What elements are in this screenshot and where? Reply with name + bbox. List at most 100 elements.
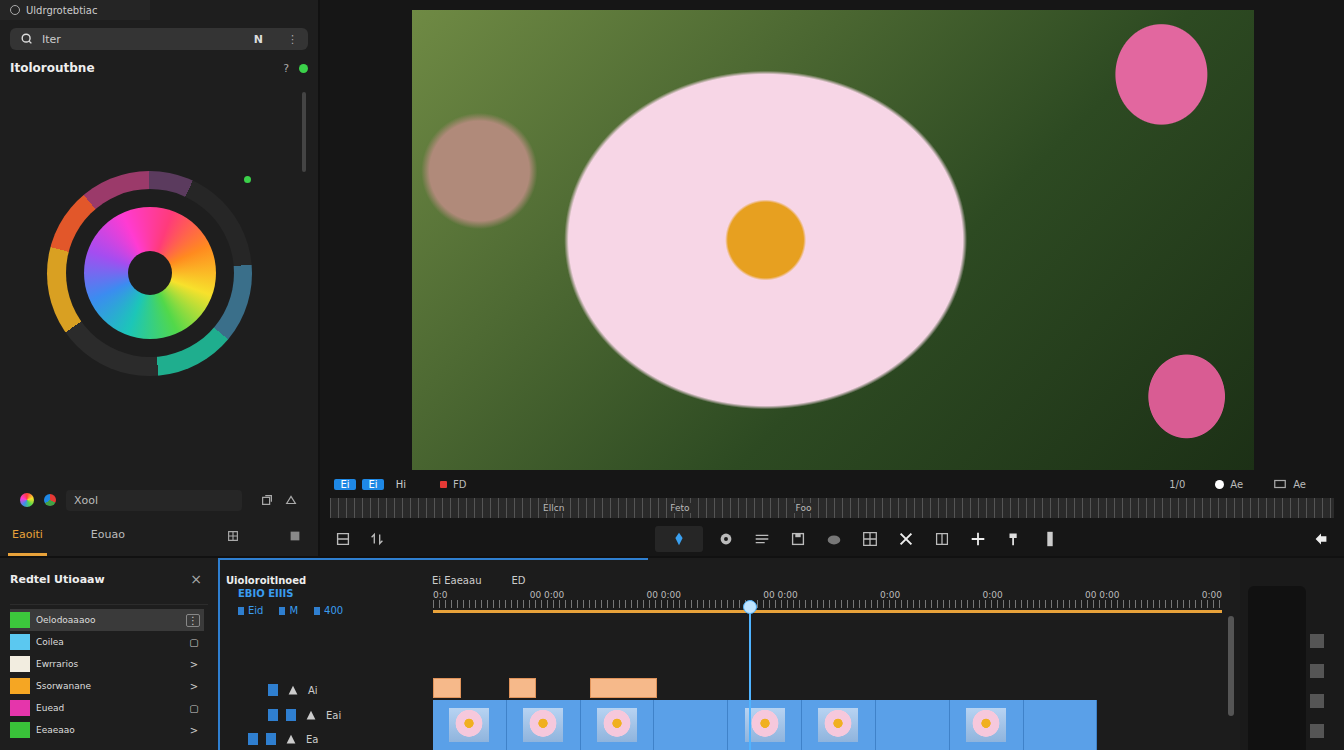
media-label: Coilea [36,637,182,647]
track-header[interactable]: Ea [238,728,428,750]
track-lock-icon[interactable] [266,733,276,745]
column-icon [1041,530,1059,548]
gear-icon [717,530,735,548]
clip-frame [654,700,728,750]
color-panel: UldrgrotebtiacIterN⋮Itoloroutbne?XoolEao… [0,0,320,556]
video-clip[interactable] [433,700,1097,750]
cross-tool[interactable] [893,526,919,552]
close-button[interactable]: × [190,571,202,587]
lines-tool[interactable] [749,526,775,552]
view-button[interactable]: Hi [390,479,412,490]
timeline-scrollbar[interactable] [1222,586,1240,750]
view-button[interactable]: Ei [362,479,384,490]
track-toggle-icon[interactable] [268,684,278,696]
track-header[interactable]: Ai [238,678,428,702]
timeline-ruler[interactable]: 0:000 0:0000 0:0000 0:000:000:0000 0:000… [433,586,1222,600]
item-marker[interactable]: ▢ [188,637,200,648]
audio-clip[interactable] [590,678,657,698]
audio-clip[interactable] [509,678,537,698]
timeline-subtitle: EBIO EIIIS [238,588,428,599]
ruler-label: 00 0:00 [646,590,681,600]
timeline-title: Uioloroitlnoed [220,575,432,586]
sort-icon [368,530,386,548]
swatch-field[interactable]: Xool [66,490,242,511]
media-item[interactable]: Coilea ▢ [10,631,204,653]
media-item[interactable]: Ewrrarios> [10,653,204,675]
grid-icon[interactable] [226,529,240,543]
clip-frame [802,700,876,750]
meter-button[interactable] [1310,694,1324,708]
view-button[interactable]: Ei [334,479,356,490]
track-lock-icon[interactable] [286,709,296,721]
media-label: Ssorwanane [36,681,182,691]
swatch-icon [10,612,30,628]
color-wheel[interactable] [47,171,252,376]
screen-icon[interactable] [1273,477,1287,491]
media-item[interactable]: Oelodoaaaoo⋮ [10,609,204,631]
media-item[interactable]: Eeaeaao > [10,719,204,741]
item-marker[interactable]: > [188,725,200,736]
track-toggle-icon[interactable] [248,733,258,745]
swatch-row: Xool [0,484,318,516]
item-marker[interactable]: > [188,681,200,692]
help-button[interactable]: ? [283,62,289,75]
split-tool[interactable] [929,526,955,552]
media-item[interactable]: Euead▢ [10,697,204,719]
panel-tab[interactable]: Eouao [87,516,129,556]
frame-counter: 1/0 [1169,479,1185,490]
gear-tool[interactable] [713,526,739,552]
timeline-header-item[interactable]: Ei Eaeaau [432,575,481,586]
meter-button[interactable] [1310,724,1324,738]
playhead[interactable] [749,606,751,750]
app-title-bar: Uldrgrotebtiac [0,0,150,20]
settings-icon[interactable] [284,493,298,507]
dot-icon [1215,480,1224,489]
swatch-icon [10,634,30,650]
item-marker[interactable]: ⋮ [186,614,200,627]
grid-tool[interactable] [857,526,883,552]
pin-tool[interactable] [655,526,703,552]
more-button[interactable]: ⋮ [287,33,298,46]
audio-clip[interactable] [433,678,461,698]
plus-tool[interactable] [965,526,991,552]
frame-thumbnail [597,708,637,742]
work-area-bar[interactable] [433,610,1222,613]
media-item[interactable]: Ssorwanane > [10,675,204,697]
app-logo-icon [10,5,20,15]
preview-scrubber[interactable]: EllcnFetoFoo [330,498,1334,518]
record-icon[interactable] [440,481,447,488]
palette-icon[interactable] [44,494,56,506]
track-name: Ai [308,685,318,696]
swatch-icon [10,722,30,738]
timeline-header-item[interactable]: ED [511,575,525,586]
column-tool[interactable] [1037,526,1063,552]
sort-tool[interactable] [364,526,390,552]
wheel-marker-icon[interactable] [244,176,251,183]
copy-icon[interactable] [260,493,274,507]
meter-button[interactable] [1310,634,1324,648]
item-marker[interactable]: > [188,659,200,670]
meter-button[interactable] [1310,664,1324,678]
search-field[interactable]: IterN⋮ [10,28,308,50]
save-tool[interactable] [785,526,811,552]
panel-tab[interactable]: Eaoiti [8,516,47,556]
color-wheel-icon[interactable] [20,493,34,507]
video-frame [412,10,1254,470]
track-header[interactable]: Eai [238,702,428,728]
panel-tabs: Eaoiti Eouao [0,516,318,556]
pen-tool[interactable] [1001,526,1027,552]
cloud-tool[interactable] [821,526,847,552]
item-marker[interactable]: ▢ [188,703,200,714]
search-icon [20,32,34,46]
aspect-label: Ae [1293,479,1306,490]
track-toggle-icon[interactable] [268,709,278,721]
layout-tool[interactable] [330,526,356,552]
status-dot-icon [299,64,308,73]
track-type-icon [286,683,300,697]
panel-icon[interactable] [288,529,302,543]
media-label: Eeaeaao [36,725,182,735]
track-name: Eai [326,710,341,721]
scrollbar[interactable] [302,92,306,172]
back-tool[interactable] [1308,526,1334,552]
lines-icon [753,530,771,548]
